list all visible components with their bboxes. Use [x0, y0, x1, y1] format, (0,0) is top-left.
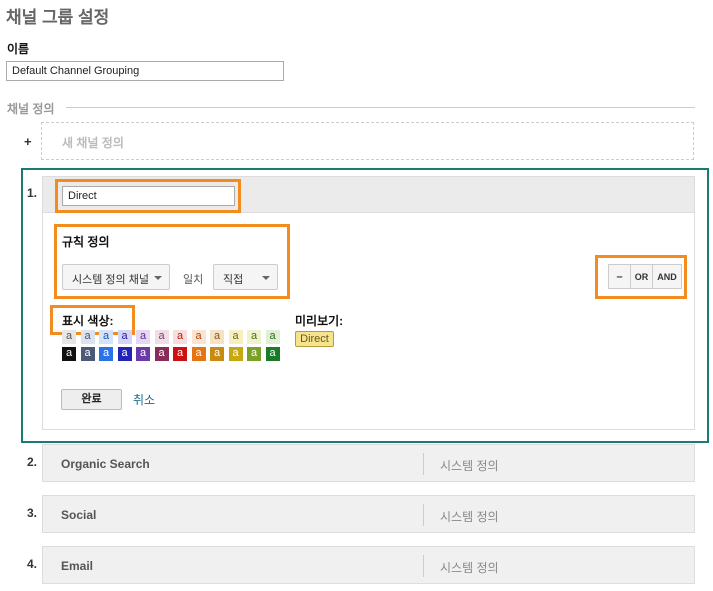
color-swatch[interactable]: a [247, 347, 261, 361]
color-swatch[interactable]: a [191, 330, 206, 344]
color-swatch[interactable]: a [265, 330, 280, 344]
color-swatch[interactable]: a [99, 347, 113, 361]
channel-name: Email [61, 559, 94, 573]
value-text: 직접 [223, 274, 244, 286]
chevron-down-icon [262, 276, 270, 280]
channel-type: 시스템 정의 [440, 510, 499, 524]
group-name-input[interactable] [6, 61, 284, 81]
preview-title: 미리보기: [295, 314, 344, 328]
color-swatch[interactable]: a [154, 330, 169, 344]
color-swatch[interactable]: a [265, 347, 280, 361]
color-swatch[interactable]: a [173, 347, 187, 361]
color-swatch[interactable]: a [117, 347, 132, 361]
dimension-dropdown[interactable]: 시스템 정의 채널 [62, 264, 170, 290]
section-divider [66, 107, 695, 108]
color-swatch[interactable]: a [117, 330, 132, 344]
color-swatch[interactable]: a [80, 330, 95, 344]
and-button[interactable]: AND [653, 265, 681, 288]
new-channel-label: 새 채널 정의 [62, 136, 124, 150]
color-swatch[interactable]: a [80, 347, 95, 361]
rule-definition-title: 규칙 정의 [62, 235, 110, 249]
color-swatch[interactable]: a [154, 347, 169, 361]
row-divider [423, 555, 424, 577]
page-title: 채널 그룹 설정 [6, 8, 110, 27]
logic-button-group: – OR AND [608, 264, 682, 289]
color-swatch[interactable]: a [62, 347, 76, 361]
plus-icon[interactable]: + [24, 134, 32, 149]
channel-number: 4. [27, 557, 38, 571]
color-swatch[interactable]: a [62, 330, 76, 344]
color-swatch[interactable]: a [228, 330, 243, 344]
color-swatch[interactable]: a [191, 347, 206, 361]
channel-type: 시스템 정의 [440, 561, 499, 575]
channel-type: 시스템 정의 [440, 459, 499, 473]
chevron-down-icon [154, 276, 162, 280]
channel-name: Organic Search [61, 457, 150, 471]
channel-row-email[interactable]: Email 시스템 정의 [42, 546, 695, 584]
name-label: 이름 [7, 42, 30, 56]
color-swatch[interactable]: a [173, 330, 187, 344]
match-operator-label: 일치 [183, 274, 204, 286]
dimension-value: 시스템 정의 채널 [72, 274, 149, 286]
channel-number: 2. [27, 455, 38, 469]
channel-number: 1. [27, 186, 38, 200]
color-swatch[interactable]: a [136, 330, 150, 344]
value-dropdown[interactable]: 직접 [213, 264, 278, 290]
swatch-row-light: aaaaaaaaaaaa [62, 330, 286, 344]
channel-name-input[interactable] [62, 186, 235, 206]
row-divider [423, 453, 424, 475]
channel-definition-title: 채널 정의 [7, 102, 55, 116]
new-channel-button[interactable]: 새 채널 정의 [41, 122, 694, 160]
or-button[interactable]: OR [631, 265, 653, 288]
swatch-row-dark: aaaaaaaaaaaa [62, 347, 286, 362]
done-button[interactable]: 완료 [61, 389, 122, 410]
remove-condition-button[interactable]: – [609, 265, 631, 288]
row-divider [423, 504, 424, 526]
display-color-title: 표시 색상: [62, 314, 114, 328]
color-swatch[interactable]: a [228, 347, 243, 361]
channel-row-organic-search[interactable]: Organic Search 시스템 정의 [42, 444, 695, 482]
channel-row-social[interactable]: Social 시스템 정의 [42, 495, 695, 533]
color-swatch[interactable]: a [210, 330, 224, 344]
color-swatch[interactable]: a [210, 347, 224, 361]
preview-badge: Direct [295, 331, 334, 347]
channel-name: Social [61, 508, 97, 522]
color-swatch[interactable]: a [247, 330, 261, 344]
color-swatch[interactable]: a [136, 347, 150, 361]
channel-number: 3. [27, 506, 38, 520]
color-swatch[interactable]: a [99, 330, 113, 344]
cancel-link[interactable]: 취소 [133, 391, 155, 408]
